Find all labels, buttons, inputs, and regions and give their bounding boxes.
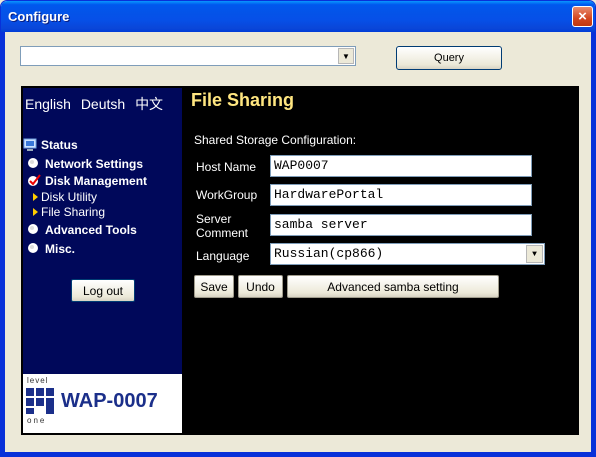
web-content: English Deutsh 中文 Status Network Setting… — [21, 86, 579, 435]
workgroup-label: WorkGroup — [196, 188, 258, 202]
sidebar-item-advanced-tools[interactable]: Advanced Tools — [27, 223, 137, 237]
bullet-icon — [28, 158, 38, 168]
logo-one-text: one — [27, 416, 47, 425]
window-frame-right — [591, 32, 595, 456]
levelone-grid-icon — [26, 388, 54, 414]
sidebar-subitem-label: File Sharing — [41, 205, 106, 219]
language-select[interactable]: Russian(cp866) ▼ — [270, 243, 545, 265]
query-button[interactable]: Query — [396, 46, 502, 70]
sidebar-subitem-file-sharing[interactable]: File Sharing — [33, 205, 105, 219]
bullet-icon — [28, 243, 38, 253]
server-comment-label-line1: Server — [196, 212, 232, 226]
server-comment-label-line2: Comment — [196, 226, 249, 240]
levelone-logo: level one WAP-0007 — [23, 374, 182, 433]
save-button[interactable]: Save — [194, 275, 234, 298]
host-name-input[interactable]: WAP0007 — [270, 155, 532, 177]
title-bar[interactable]: Configure × — [1, 1, 595, 32]
window-frame-bottom — [1, 452, 595, 456]
sidebar-subitem-disk-utility[interactable]: Disk Utility — [33, 190, 97, 204]
section-label: Shared Storage Configuration: — [194, 133, 357, 147]
sidebar-item-label: Advanced Tools — [45, 223, 137, 237]
logo-model-name: WAP-0007 — [61, 390, 158, 412]
server-comment-input[interactable]: samba server — [270, 214, 532, 236]
sidebar-item-status[interactable]: Status — [23, 138, 78, 152]
device-select[interactable]: ▼ — [20, 46, 356, 66]
sidebar-subitem-label: Disk Utility — [41, 190, 97, 204]
sidebar-item-misc[interactable]: Misc. — [27, 242, 75, 256]
close-button[interactable]: × — [572, 6, 593, 27]
server-comment-label: Server Comment — [196, 212, 248, 240]
sidebar-item-label: Network Settings — [45, 157, 144, 171]
chevron-down-icon[interactable]: ▼ — [338, 48, 354, 64]
sidebar-item-disk-management[interactable]: Disk Management — [27, 174, 147, 188]
sidebar-item-label: Misc. — [45, 242, 76, 256]
host-name-label: Host Name — [196, 160, 257, 174]
window-frame-left — [1, 32, 5, 456]
logout-button[interactable]: Log out — [71, 279, 135, 302]
close-icon: × — [578, 8, 587, 25]
checked-bullet-icon — [28, 174, 41, 186]
lang-link-chinese[interactable]: 中文 — [135, 96, 163, 112]
language-select-value: Russian(cp866) — [274, 246, 384, 261]
logo-level-text: level — [27, 376, 49, 385]
triangle-right-icon — [33, 208, 38, 216]
monitor-icon — [23, 138, 37, 151]
language-label: Language — [196, 249, 250, 263]
language-bar: English Deutsh 中文 — [25, 94, 169, 114]
workgroup-input[interactable]: HardwarePortal — [270, 184, 532, 206]
advanced-samba-setting-button[interactable]: Advanced samba setting — [287, 275, 499, 298]
window-title: Configure — [8, 9, 70, 24]
triangle-right-icon — [33, 193, 38, 201]
undo-button[interactable]: Undo — [238, 275, 283, 298]
bullet-icon — [28, 224, 38, 234]
lang-link-english[interactable]: English — [25, 96, 71, 112]
main-panel: File Sharing Shared Storage Configuratio… — [184, 88, 577, 433]
sidebar-item-network-settings[interactable]: Network Settings — [27, 157, 143, 171]
lang-link-deutsh[interactable]: Deutsh — [81, 96, 125, 112]
sidebar: English Deutsh 中文 Status Network Setting… — [23, 88, 182, 433]
sidebar-item-label: Disk Management — [45, 174, 148, 188]
chevron-down-icon[interactable]: ▼ — [526, 245, 543, 263]
configure-window: Configure × ▼ Query English Deutsh 中文 St… — [0, 0, 596, 457]
sidebar-item-label: Status — [41, 138, 78, 152]
page-title: File Sharing — [191, 90, 295, 110]
